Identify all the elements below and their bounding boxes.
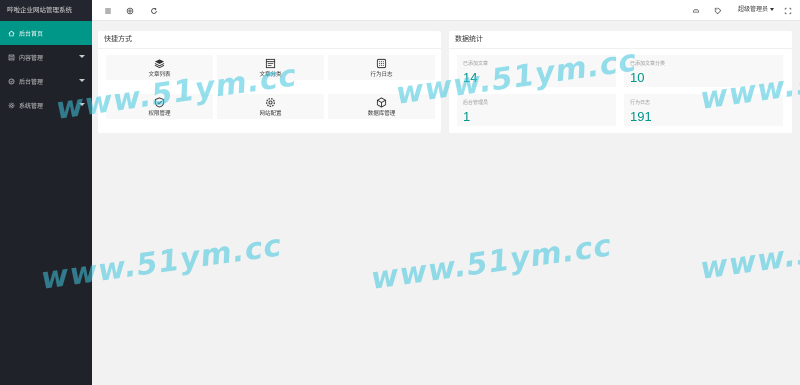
caret-down-icon [770, 7, 775, 11]
shortcut-label: 文章分类 [259, 72, 282, 78]
user-menu[interactable]: 超级管理员 [738, 0, 775, 21]
stat-label: 已添加文章 [463, 61, 489, 67]
tag-icon [714, 7, 722, 14]
watermark: www.51ym.cc [698, 238, 800, 287]
sidebar-item-home[interactable]: 后台首页 [0, 21, 92, 45]
stat-articles: 已添加文章 14 [457, 55, 616, 87]
watermark: www.51ym.cc [368, 228, 615, 297]
stat-label: 后台管理员 [463, 100, 489, 106]
shortcut-label: 行为日志 [370, 72, 393, 78]
refresh-button[interactable] [144, 0, 164, 21]
top-header: 超级管理员 [92, 0, 800, 21]
admin-icon [7, 77, 15, 85]
sidebar-item-admin[interactable]: 后台管理 [0, 69, 92, 93]
stat-value: 14 [463, 70, 478, 85]
stat-value: 1 [463, 109, 471, 124]
stat-value: 10 [630, 70, 645, 85]
sidebar-item-label: 后台管理 [19, 79, 44, 86]
shortcut-behavior-log[interactable]: 行为日志 [328, 55, 435, 80]
stat-label: 已添加文章分类 [630, 61, 666, 67]
website-button[interactable] [120, 0, 140, 21]
shortcut-label: 网站配置 [259, 111, 282, 117]
fullscreen-button[interactable] [778, 0, 798, 21]
hamburger-icon [105, 8, 111, 13]
shortcut-database[interactable]: 数据库管理 [328, 94, 435, 119]
gear-icon [265, 96, 277, 108]
layers-icon [154, 57, 166, 69]
shortcuts-title: 快捷方式 [98, 31, 441, 49]
theme-button[interactable] [686, 0, 706, 21]
shortcut-label: 权限管理 [148, 111, 171, 117]
shortcut-label: 文章列表 [148, 72, 171, 78]
chevron-down-icon [79, 55, 85, 58]
app-title: 哔啦企业网站管理系统 [0, 0, 92, 21]
content-icon [7, 53, 15, 61]
home-icon [7, 29, 15, 37]
sidebar-item-content[interactable]: 内容管理 [0, 45, 92, 69]
chevron-down-icon [79, 79, 85, 82]
settings-icon [7, 101, 15, 109]
shortcut-label: 数据库管理 [367, 111, 396, 117]
database-icon [376, 96, 388, 108]
notes-button[interactable] [708, 0, 728, 21]
shortcut-site-config[interactable]: 网站配置 [217, 94, 324, 119]
stat-categories: 已添加文章分类 10 [624, 55, 783, 87]
shortcut-permissions[interactable]: 权限管理 [106, 94, 213, 119]
stat-value: 191 [630, 109, 652, 124]
globe-icon [126, 7, 134, 14]
sidebar-item-system[interactable]: 系统管理 [0, 93, 92, 117]
log-icon [376, 57, 388, 69]
sidebar-item-label: 后台首页 [19, 31, 44, 38]
stat-logs: 行为日志 191 [624, 94, 783, 126]
stat-label: 行为日志 [630, 100, 651, 106]
user-name: 超级管理员 [738, 7, 769, 13]
sidebar-item-label: 内容管理 [19, 55, 44, 62]
category-icon [265, 57, 277, 69]
sidebar: 哔啦企业网站管理系统 后台首页 内容管理 后台管理 系统管理 [0, 0, 92, 385]
shield-check-icon [154, 96, 166, 108]
stats-title: 数据统计 [449, 31, 792, 49]
shortcut-article-list[interactable]: 文章列表 [106, 55, 213, 80]
stats-card: 数据统计 已添加文章 14 已添加文章分类 10 后台管理员 1 行为日志 19… [449, 31, 792, 133]
sidebar-item-label: 系统管理 [19, 103, 44, 110]
palette-icon [692, 8, 700, 13]
shortcuts-card: 快捷方式 文章列表 文章分类 行为日志 权限管理 网站配置 数据库管理 [98, 31, 441, 133]
menu-toggle-button[interactable] [98, 0, 118, 21]
fullscreen-icon [784, 7, 792, 14]
chevron-down-icon [79, 103, 85, 106]
refresh-icon [151, 7, 157, 14]
stat-admins: 后台管理员 1 [457, 94, 616, 126]
shortcut-article-category[interactable]: 文章分类 [217, 55, 324, 80]
